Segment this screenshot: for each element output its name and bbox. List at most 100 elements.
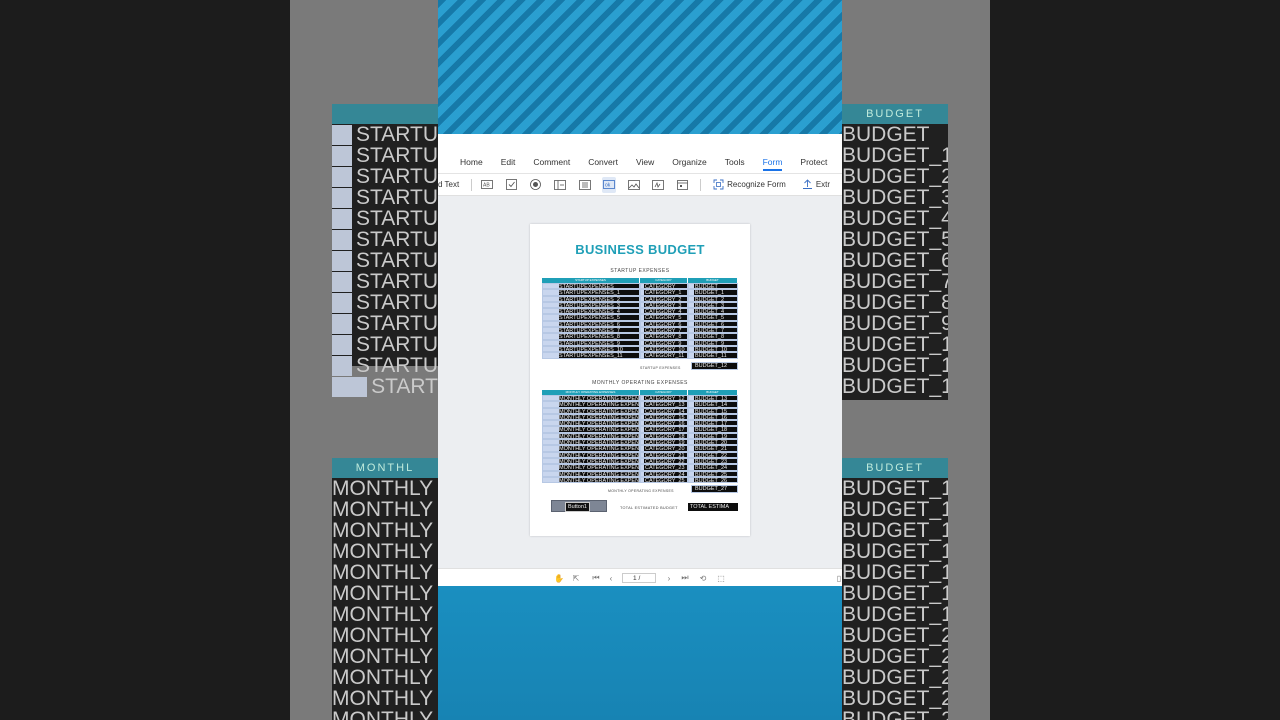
blurred-text: MONTHLY bbox=[332, 668, 434, 688]
startup-row: STARTUPEXPENSES_11 CATEGORY_11 BUDGET_11 bbox=[542, 352, 738, 359]
blurred-text: BUDGET_12 bbox=[842, 377, 948, 397]
monthly-expenses-table: MONTHLY OPERATING EXPENSES CATEGORY BUDG… bbox=[542, 390, 738, 484]
blurred-row: BUDGET_15 bbox=[842, 521, 948, 541]
blurred-row: STARTU bbox=[332, 146, 438, 166]
pdf-page: BUSINESS BUDGET STARTUP EXPENSES STARTUP… bbox=[530, 224, 750, 536]
monthly-name-field[interactable]: MONTHLY OPERATING EXPENS bbox=[542, 476, 640, 484]
menu-home[interactable]: Home bbox=[460, 157, 483, 173]
blurred-row: BUDGET_4 bbox=[842, 209, 948, 229]
startup-category-field[interactable]: CATEGORY_11 bbox=[640, 352, 688, 359]
total-estimated-budget-label: TOTAL ESTIMATED BUDGET bbox=[620, 506, 678, 510]
button-icon[interactable]: ok bbox=[602, 176, 617, 193]
blurred-text: STARTU bbox=[355, 251, 438, 271]
hand-tool-icon[interactable]: ✋ bbox=[554, 573, 564, 583]
list-box-icon[interactable] bbox=[553, 177, 567, 193]
blurred-cell bbox=[332, 251, 352, 271]
blurred-row: BUDGET_16 bbox=[842, 542, 948, 562]
blurred-row: BUDGET_22 bbox=[842, 668, 948, 688]
select-tool-icon[interactable]: ⇱ bbox=[571, 573, 581, 583]
last-page-icon[interactable]: ⏭ bbox=[680, 573, 690, 583]
blurred-monthly-panel: MONTHL MONTHLY MONTHLY MONTHLY MONTHLY MONTH… bbox=[332, 458, 438, 720]
blurred-cell bbox=[332, 377, 368, 397]
blurred-row: BUDGET bbox=[842, 125, 948, 145]
startup-expenses-table: STARTUP EXPENSES CATEGORY BUDGET STARTUP… bbox=[542, 278, 738, 359]
blurred-text: BUDGET_9 bbox=[842, 314, 948, 334]
menu-comment[interactable]: Comment bbox=[533, 157, 570, 173]
checkbox-icon[interactable] bbox=[505, 177, 519, 193]
add-text-tool[interactable]: d Text bbox=[438, 180, 459, 189]
blurred-background-right: BUDGET BUDGET BUDGET_1 BUDGET_2 BUDGET_3 BUD… bbox=[842, 0, 990, 720]
blurred-background-left: STARTU STARTU STARTU STARTU STARTU STARTU STAR… bbox=[290, 0, 438, 720]
menu-edit[interactable]: Edit bbox=[501, 157, 516, 173]
blurred-text: BUDGET_14 bbox=[842, 500, 948, 520]
blurred-text: BUDGET_22 bbox=[842, 668, 948, 688]
total-estimated-budget-field[interactable]: TOTAL ESTIMA bbox=[688, 503, 738, 511]
blurred-row: BUDGET_7 bbox=[842, 272, 948, 292]
blurred-text: MONTHLY bbox=[332, 584, 434, 604]
signature-field-icon[interactable] bbox=[651, 177, 665, 193]
monthly-budget-field[interactable]: BUDGET_26 bbox=[688, 476, 738, 484]
blurred-row: BUDGET_2 bbox=[842, 167, 948, 187]
date-field-icon[interactable] bbox=[676, 177, 690, 193]
blurred-row: STARTU bbox=[332, 125, 438, 145]
startup-subtotal-field[interactable]: BUDGET_12 bbox=[691, 362, 738, 370]
text-field-icon[interactable]: AB bbox=[480, 177, 494, 193]
blurred-text: MONTHLY bbox=[332, 689, 434, 709]
blurred-row: BUDGET_18 bbox=[842, 584, 948, 604]
menu-view[interactable]: View bbox=[636, 157, 654, 173]
blurred-text: STARTU bbox=[355, 209, 438, 229]
form-button-field[interactable]: Button1 bbox=[551, 500, 607, 512]
menu-protect[interactable]: Protect bbox=[800, 157, 827, 173]
blurred-text: BUDGET_13 bbox=[842, 479, 948, 499]
blurred-text: BUDGET_10 bbox=[842, 335, 948, 355]
blurred-row: STARTU bbox=[332, 314, 438, 334]
svg-text:AB: AB bbox=[483, 183, 490, 189]
previous-page-icon[interactable]: ‹ bbox=[606, 573, 616, 583]
menu-convert[interactable]: Convert bbox=[588, 157, 618, 173]
combo-box-icon[interactable] bbox=[578, 177, 592, 193]
panel-toggle-icon[interactable]: ▯ bbox=[834, 573, 842, 583]
blurred-text: BUDGET_8 bbox=[842, 293, 948, 313]
blurred-text: MONTHLY bbox=[332, 563, 434, 583]
blurred-row: MONTHLY bbox=[332, 626, 438, 646]
fit-page-icon[interactable]: ⬚ bbox=[716, 573, 726, 583]
page-number-input[interactable]: 1 / bbox=[622, 573, 656, 583]
blurred-cell bbox=[332, 146, 352, 166]
blurred-text: MONTHLY bbox=[332, 542, 434, 562]
blurred-row: MONTHLY bbox=[332, 500, 438, 520]
menu-tools[interactable]: Tools bbox=[725, 157, 745, 173]
document-title: BUSINESS BUDGET bbox=[575, 242, 705, 257]
menu-organize[interactable]: Organize bbox=[672, 157, 707, 173]
menu-bar: Home Edit Comment Convert View Organize Tools F… bbox=[438, 134, 842, 174]
monthly-category-field[interactable]: CATEGORY_25 bbox=[640, 476, 688, 484]
startup-name-field[interactable]: STARTUPEXPENSES_11 bbox=[542, 352, 640, 359]
monthly-subtotal-field[interactable]: BUDGET_27 bbox=[691, 485, 738, 493]
blurred-row: START bbox=[332, 377, 438, 397]
form-button-label: Button1 bbox=[565, 502, 590, 512]
background-dark-right bbox=[990, 0, 1280, 720]
blurred-row: BUDGET_5 bbox=[842, 230, 948, 250]
blurred-row: BUDGET_6 bbox=[842, 251, 948, 271]
video-frame: Home Edit Comment Convert View Organize Tools F… bbox=[438, 0, 842, 720]
recognize-form-button[interactable]: Recognize Form bbox=[713, 179, 786, 190]
recognize-form-label: Recognize Form bbox=[727, 180, 786, 189]
blurred-text: MONTHLY bbox=[332, 605, 434, 625]
rotate-icon[interactable]: ⟲ bbox=[698, 573, 708, 583]
startup-budget-field[interactable]: BUDGET_11 bbox=[688, 352, 738, 359]
blurred-text: BUDGET_15 bbox=[842, 521, 948, 541]
blurred-text: BUDGET_11 bbox=[842, 356, 948, 376]
blurred-text: BUDGET_24 bbox=[842, 710, 948, 720]
menu-form[interactable]: Form bbox=[762, 157, 782, 173]
extract-data-button[interactable]: Extr bbox=[802, 179, 830, 190]
blurred-row: MONTHLY bbox=[332, 521, 438, 541]
first-page-icon[interactable]: ⏮ bbox=[591, 573, 601, 583]
image-field-icon[interactable] bbox=[627, 177, 641, 193]
background-dark-left bbox=[0, 0, 290, 720]
extract-data-label: Extr bbox=[815, 180, 831, 189]
blurred-text: STARTU bbox=[355, 230, 438, 250]
radio-button-icon[interactable] bbox=[529, 177, 543, 193]
next-page-icon[interactable]: › bbox=[664, 573, 674, 583]
startup-subtotal-label: STARTUP EXPENSES bbox=[640, 366, 681, 370]
decorative-background-bottom bbox=[438, 586, 842, 720]
blurred-cell bbox=[332, 125, 352, 145]
